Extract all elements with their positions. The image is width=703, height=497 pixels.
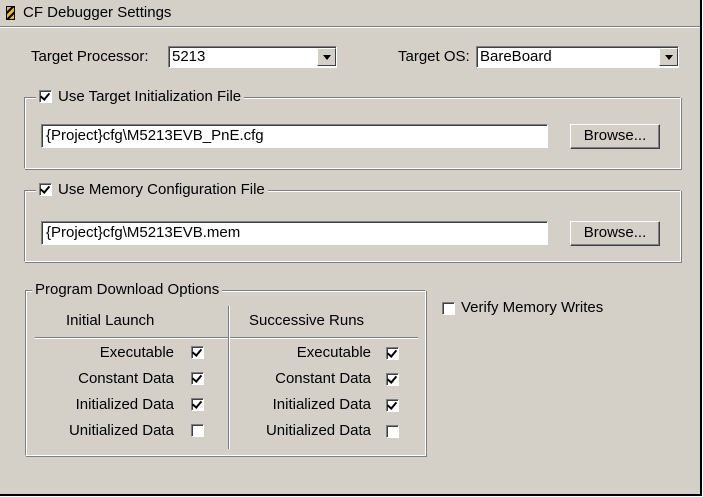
initial-constant-data-label: Constant Data (78, 370, 174, 387)
debugger-icon (6, 6, 15, 20)
successive-runs-header: Successive Runs (249, 312, 365, 329)
target-os-label: Target OS: (398, 48, 470, 65)
target-processor-label: Target Processor: (31, 48, 149, 65)
successive-uninitialized-data-checkbox[interactable] (386, 425, 399, 438)
download-options-legend: Program Download Options (32, 281, 223, 299)
panel-title-bar: CF Debugger Settings (0, 0, 700, 27)
mem-file-path-text: {Project}cfg\M5213EVB.mem (46, 224, 241, 241)
successive-executable-checkbox[interactable] (386, 347, 399, 360)
chevron-down-icon (665, 55, 673, 60)
successive-initialized-data-label: Initialized Data (272, 396, 371, 413)
initial-uninitialized-data-label: Unitialized Data (68, 422, 174, 439)
target-os-dropdown-button[interactable] (659, 48, 678, 66)
init-file-checkbox[interactable] (39, 90, 52, 103)
successive-uninitialized-data-label: Unitialized Data (265, 422, 371, 439)
initial-launch-header: Initial Launch (66, 312, 155, 329)
mem-file-checkbox[interactable] (39, 183, 52, 196)
target-processor-select[interactable]: 5213 (168, 46, 337, 68)
mem-file-browse-button[interactable]: Browse... (570, 221, 660, 246)
successive-constant-data-checkbox[interactable] (386, 373, 399, 386)
initial-constant-data-checkbox[interactable] (191, 372, 204, 385)
header-divider-highlight (35, 338, 418, 339)
init-file-label: Use Target Initialization File (58, 88, 242, 105)
successive-executable-label: Executable (296, 344, 371, 361)
successive-constant-data-label: Constant Data (275, 370, 371, 387)
initial-executable-label: Executable (99, 344, 174, 361)
initial-initialized-data-label: Initialized Data (75, 396, 174, 413)
initial-initialized-data-checkbox[interactable] (191, 398, 204, 411)
mem-file-path-input[interactable]: {Project}cfg\M5213EVB.mem (41, 221, 548, 245)
column-divider-highlight (229, 306, 230, 449)
verify-memory-writes-checkbox[interactable] (442, 302, 455, 315)
target-os-value: BareBoard (480, 48, 552, 65)
initial-uninitialized-data-checkbox[interactable] (191, 424, 204, 437)
mem-file-legend: Use Memory Configuration File (36, 181, 268, 199)
target-processor-dropdown-button[interactable] (317, 48, 336, 66)
init-file-legend: Use Target Initialization File (36, 88, 245, 106)
chevron-down-icon (323, 55, 331, 60)
target-processor-value: 5213 (172, 48, 206, 65)
successive-initialized-data-checkbox[interactable] (386, 399, 399, 412)
verify-memory-writes-label: Verify Memory Writes (461, 299, 604, 316)
target-os-select[interactable]: BareBoard (476, 46, 679, 68)
initial-executable-checkbox[interactable] (191, 346, 204, 359)
init-file-path-text: {Project}cfg\M5213EVB_PnE.cfg (46, 127, 264, 144)
settings-panel: CF Debugger Settings Target Processor: 5… (0, 0, 702, 496)
init-file-path-input[interactable]: {Project}cfg\M5213EVB_PnE.cfg (41, 124, 548, 148)
mem-file-label: Use Memory Configuration File (58, 181, 265, 198)
init-file-browse-button[interactable]: Browse... (570, 124, 660, 149)
panel-title: CF Debugger Settings (23, 4, 172, 21)
